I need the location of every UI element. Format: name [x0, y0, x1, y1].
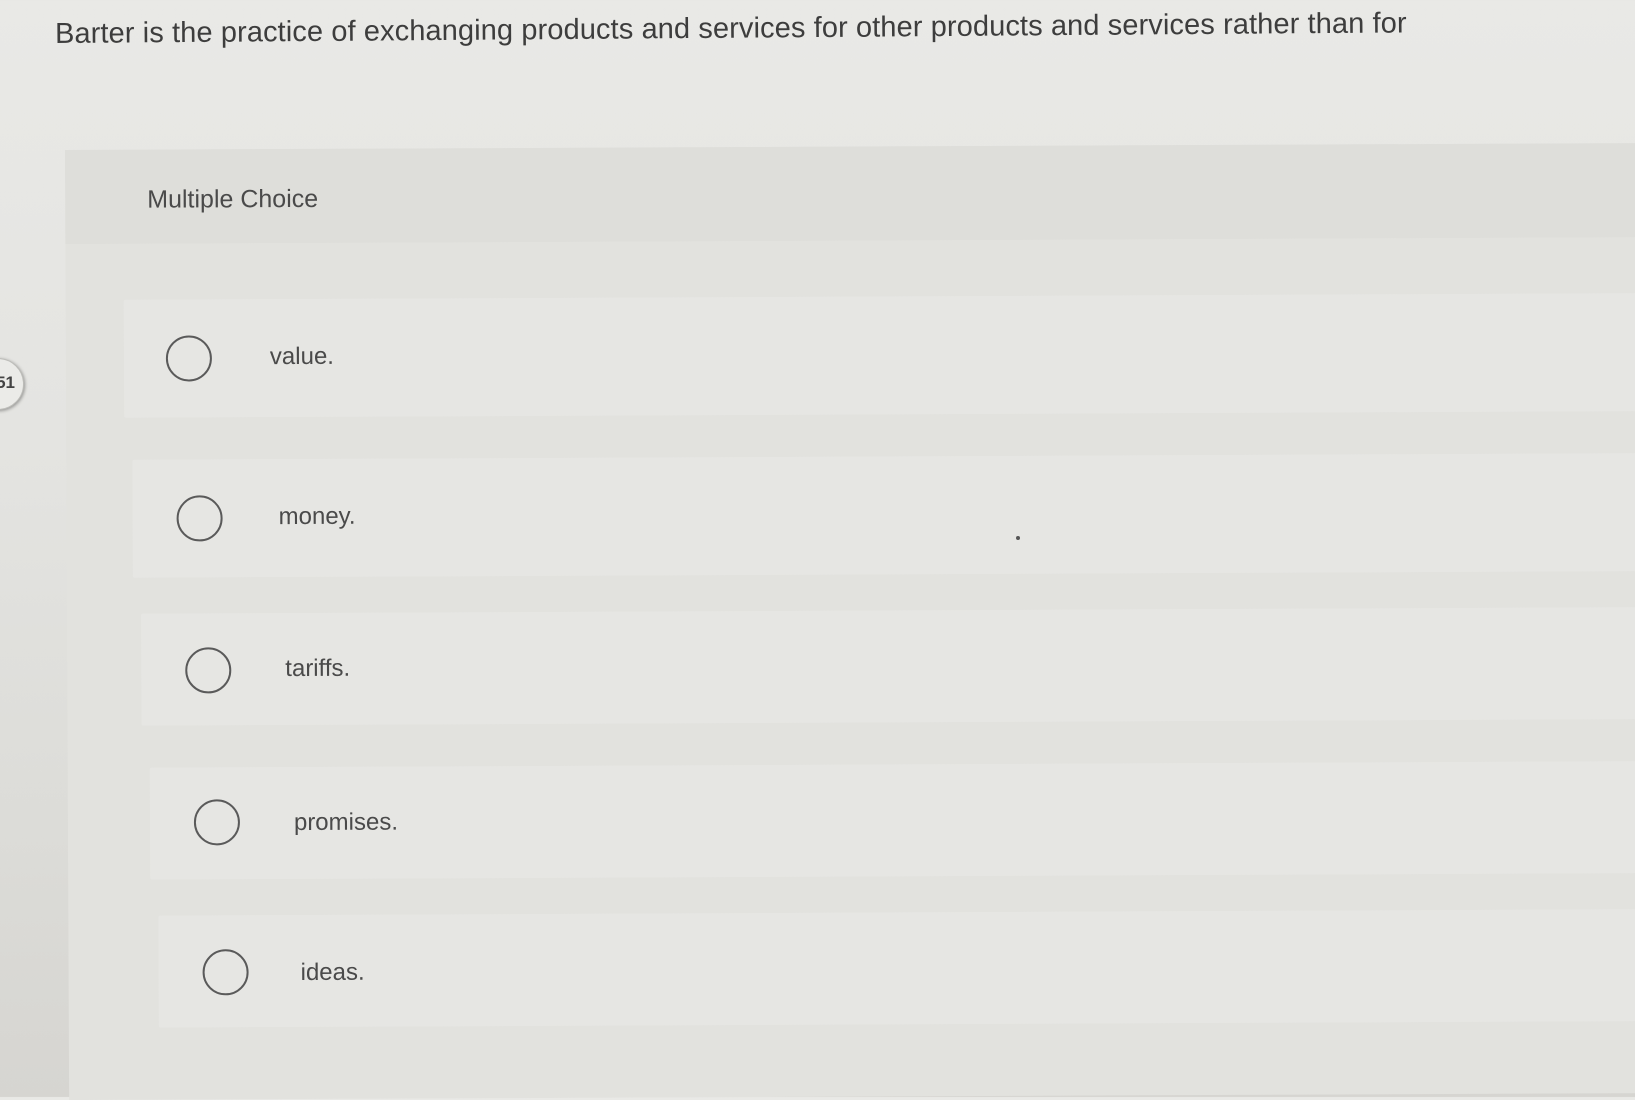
answer-option-label: ideas.: [300, 958, 365, 986]
radio-button-icon[interactable]: [176, 495, 223, 542]
answer-option-money[interactable]: money.: [132, 453, 1635, 578]
radio-button-icon[interactable]: [202, 949, 249, 996]
answer-option-ideas[interactable]: ideas.: [158, 909, 1635, 1028]
multiple-choice-header: Multiple Choice: [65, 143, 1635, 244]
radio-button-icon[interactable]: [165, 335, 213, 382]
answer-option-promises[interactable]: promises.: [149, 761, 1635, 880]
question-text: Barter is the practice of exchanging pro…: [54, 7, 1407, 50]
multiple-choice-panel: Multiple Choice value. money. tariffs. p…: [65, 143, 1635, 1100]
answer-option-value[interactable]: value.: [123, 293, 1635, 418]
answer-option-tariffs[interactable]: tariffs.: [141, 607, 1635, 726]
radio-button-icon[interactable]: [185, 647, 232, 694]
answer-option-label: money.: [278, 502, 356, 531]
answer-option-label: tariffs.: [285, 654, 351, 683]
answer-option-label: promises.: [293, 808, 399, 837]
radio-button-icon[interactable]: [193, 799, 241, 846]
multiple-choice-label: Multiple Choice: [147, 184, 319, 214]
question-number-badge[interactable]: 51: [0, 358, 24, 410]
dust-speck: [1016, 536, 1020, 540]
answer-option-label: value.: [269, 342, 335, 371]
question-number-label: 51: [0, 373, 15, 392]
